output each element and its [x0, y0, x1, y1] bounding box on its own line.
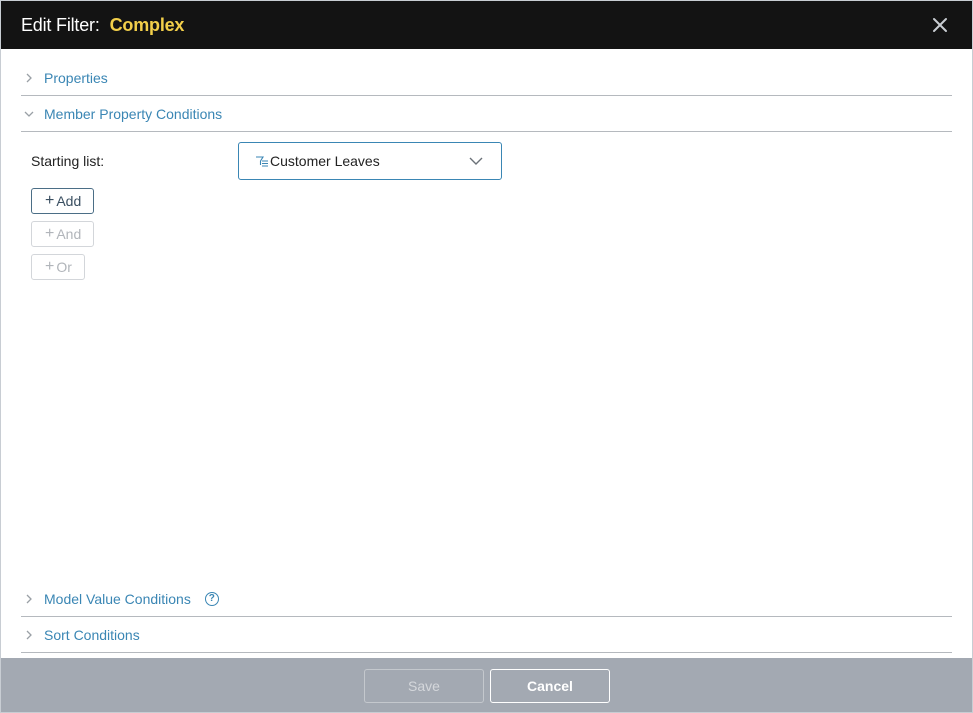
section-member-property-conditions-label: Member Property Conditions — [44, 105, 223, 122]
plus-icon: + — [45, 192, 55, 209]
chevron-right-icon — [24, 73, 34, 83]
plus-icon: + — [45, 225, 55, 242]
close-button[interactable] — [930, 15, 950, 35]
and-condition-label: And — [56, 226, 82, 242]
cancel-button[interactable]: Cancel — [490, 669, 610, 703]
starting-list-label: Starting list: — [31, 153, 105, 169]
add-condition-label: Add — [56, 193, 82, 209]
close-icon — [933, 18, 947, 32]
section-sort-conditions-label: Sort Conditions — [44, 626, 140, 643]
section-properties-label: Properties — [44, 69, 108, 86]
dialog-title-prefix: Edit Filter: — [21, 14, 100, 35]
and-condition-button[interactable]: + And — [31, 221, 95, 247]
list-filter-icon — [255, 154, 269, 168]
dialog-titlebar: Edit Filter: Complex — [1, 1, 972, 49]
edit-filter-dialog: Edit Filter: Complex Properties Member P… — [0, 0, 973, 713]
chevron-right-icon — [24, 630, 34, 640]
chevron-right-icon — [24, 594, 34, 604]
chevron-down-icon — [24, 109, 34, 119]
section-member-property-conditions[interactable]: Member Property Conditions — [21, 96, 952, 132]
dialog-footer: Save Cancel — [1, 658, 972, 712]
save-button[interactable]: Save — [364, 669, 484, 703]
dialog-title-name: Complex — [109, 14, 185, 35]
add-condition-button[interactable]: + Add — [31, 188, 95, 214]
help-icon[interactable]: ? — [204, 591, 219, 606]
section-model-value-conditions-label: Model Value Conditions — [44, 590, 191, 607]
or-condition-label: Or — [56, 259, 72, 275]
starting-list-select[interactable]: Customer Leaves — [238, 142, 502, 180]
starting-list-value: Customer Leaves — [270, 153, 380, 169]
or-condition-button[interactable]: + Or — [31, 254, 85, 280]
section-model-value-conditions[interactable]: Model Value Conditions ? — [21, 581, 952, 617]
chevron-down-icon — [469, 156, 483, 166]
plus-icon: + — [45, 258, 55, 275]
section-properties[interactable]: Properties — [21, 60, 952, 96]
section-sort-conditions[interactable]: Sort Conditions — [21, 617, 952, 653]
